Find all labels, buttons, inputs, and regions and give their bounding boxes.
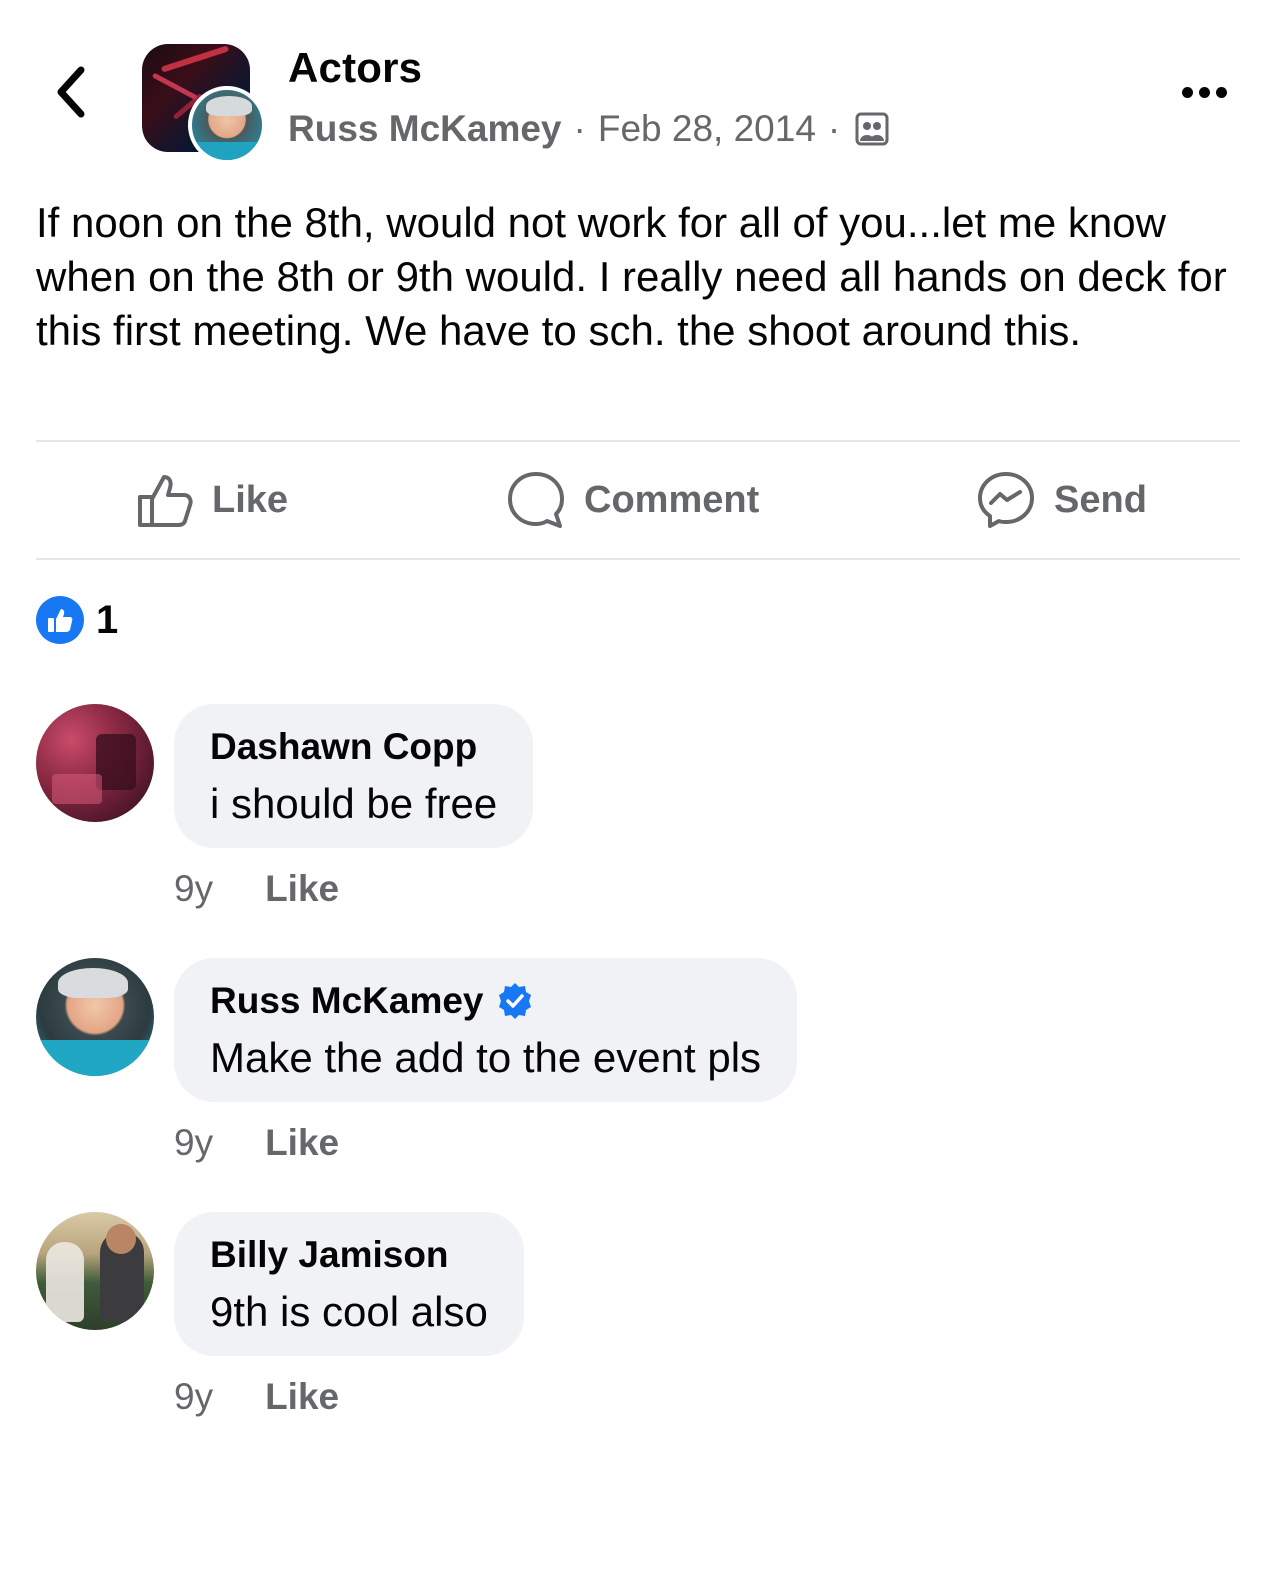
comment-age: 9y [174, 868, 214, 909]
comment-text: Make the add to the event pls [210, 1034, 762, 1081]
author-name[interactable]: Russ McKamey [288, 108, 562, 150]
author-avatar[interactable] [188, 86, 266, 164]
comment-text: 9th is cool also [210, 1288, 488, 1335]
comment-bubble[interactable]: Billy Jamison 9th is cool also [174, 1212, 524, 1356]
chevron-left-icon [57, 66, 85, 118]
send-button[interactable]: Send [976, 470, 1147, 530]
comment-meta: 9y Like [174, 1122, 339, 1164]
post-date[interactable]: Feb 28, 2014 [598, 108, 816, 150]
post-meta: Russ McKamey · Feb 28, 2014 · [288, 108, 890, 150]
group-name[interactable]: Actors [288, 44, 422, 92]
like-reaction-icon [36, 596, 84, 644]
avatar[interactable] [36, 958, 154, 1076]
more-dot [1181, 86, 1193, 98]
comment-age: 9y [174, 1376, 214, 1417]
commenter-name[interactable]: Dashawn Copp [210, 726, 497, 768]
comment-like-button[interactable]: Like [265, 868, 339, 910]
meta-separator: · [573, 108, 586, 149]
post-actions: Like Comment Send [36, 442, 1240, 558]
send-label: Send [1054, 478, 1147, 521]
more-dot [1198, 86, 1210, 98]
comment-meta: 9y Like [174, 868, 339, 910]
thumbs-up-icon [138, 475, 193, 527]
reaction-summary[interactable]: 1 [36, 594, 118, 646]
comment-meta: 9y Like [174, 1376, 339, 1418]
comment-age: 9y [174, 1122, 214, 1163]
comment-text: i should be free [210, 780, 498, 827]
comment-button[interactable]: Comment [506, 470, 759, 530]
like-button[interactable]: Like [136, 470, 288, 530]
reaction-count: 1 [96, 597, 119, 642]
back-button[interactable] [44, 62, 96, 122]
comment-bubble-icon [508, 472, 564, 528]
comment-bubble[interactable]: Russ McKamey Make the add to the event p… [174, 958, 798, 1102]
post-text: If noon on the 8th, would not work for a… [36, 199, 1227, 354]
meta-separator: · [827, 108, 841, 149]
comment-like-button[interactable]: Like [265, 1376, 339, 1418]
divider [36, 558, 1240, 560]
comment-bubble[interactable]: Dashawn Copp i should be free [174, 704, 534, 848]
comment-like-button[interactable]: Like [265, 1122, 339, 1164]
commenter-name[interactable]: Billy Jamison [210, 1234, 488, 1276]
comment-label: Comment [584, 478, 760, 521]
more-options-button[interactable] [1172, 76, 1236, 108]
like-label: Like [212, 478, 289, 521]
post-header: Actors Russ McKamey · Feb 28, 2014 · [0, 0, 1284, 180]
avatar[interactable] [36, 1212, 154, 1330]
verified-badge-icon [498, 983, 531, 1019]
messenger-icon [978, 472, 1034, 528]
group-members-icon [855, 112, 889, 146]
more-dot [1215, 86, 1227, 98]
avatar[interactable] [36, 704, 154, 822]
commenter-name-row: Russ McKamey [210, 980, 761, 1022]
commenter-name[interactable]: Russ McKamey [210, 980, 484, 1022]
